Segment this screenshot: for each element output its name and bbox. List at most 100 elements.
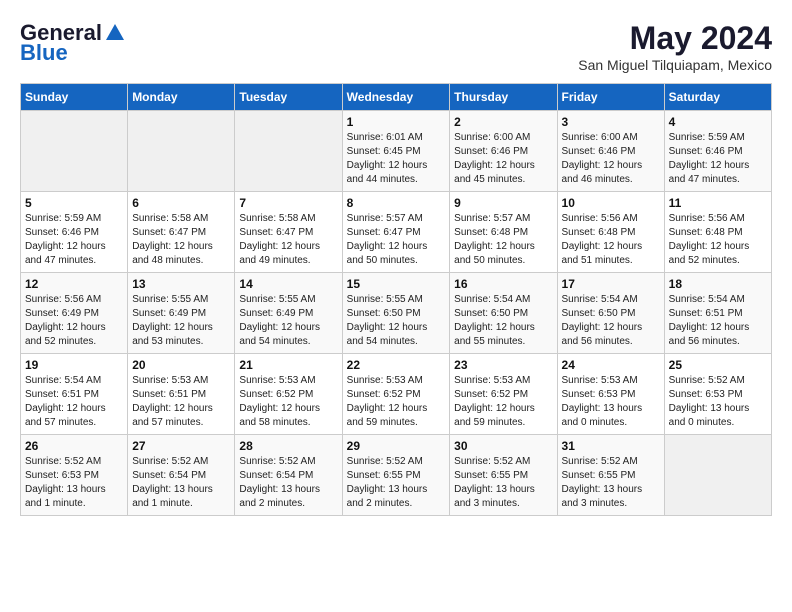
calendar-cell: 5Sunrise: 5:59 AM Sunset: 6:46 PM Daylig… xyxy=(21,192,128,273)
calendar-cell: 24 Sunrise: 5:53 AM Sunset: 6:53 PM Dayli… xyxy=(557,354,664,435)
calendar-cell: 12 Sunrise: 5:56 AM Sunset: 6:49 PM Dayli… xyxy=(21,273,128,354)
col-header-sunday: Sunday xyxy=(21,84,128,111)
day-info: Sunrise: 5:57 AM Sunset: 6:48 PM Dayligh… xyxy=(454,212,552,268)
day-info: Sunrise: 5:59 AM Sunset: 6:46 PM Dayligh… xyxy=(669,131,767,187)
logo-blue-text: Blue xyxy=(20,40,68,66)
day-info: Sunrise: 5:55 AM Sunset: 6:49 PM Dayligh… xyxy=(132,293,230,349)
col-header-monday: Monday xyxy=(128,84,235,111)
calendar-week-row: 5Sunrise: 5:59 AM Sunset: 6:46 PM Daylig… xyxy=(21,192,772,273)
day-info: Sunrise: 5:58 AM Sunset: 6:47 PM Dayligh… xyxy=(239,212,337,268)
day-number: 21 xyxy=(239,358,337,372)
day-info: Sunrise: 5:58 AM Sunset: 6:47 PM Dayligh… xyxy=(132,212,230,268)
calendar-week-row: 1 Sunrise: 6:01 AM Sunset: 6:45 PM Daylig… xyxy=(21,111,772,192)
day-number: 17 xyxy=(562,277,660,291)
day-info: Sunrise: 6:01 AM Sunset: 6:45 PM Dayligh… xyxy=(347,131,446,187)
calendar-cell: 25 Sunrise: 5:52 AM Sunset: 6:53 PM Dayli… xyxy=(664,354,771,435)
calendar-cell: 20 Sunrise: 5:53 AM Sunset: 6:51 PM Dayli… xyxy=(128,354,235,435)
day-info: Sunrise: 5:53 AM Sunset: 6:52 PM Dayligh… xyxy=(347,374,446,430)
day-number: 10 xyxy=(562,196,660,210)
calendar-week-row: 19Sunrise: 5:54 AM Sunset: 6:51 PM Dayli… xyxy=(21,354,772,435)
calendar-cell: 30 Sunrise: 5:52 AM Sunset: 6:55 PM Dayli… xyxy=(450,435,557,516)
col-header-thursday: Thursday xyxy=(450,84,557,111)
calendar-cell: 31 Sunrise: 5:52 AM Sunset: 6:55 PM Dayli… xyxy=(557,435,664,516)
calendar-cell: 6 Sunrise: 5:58 AM Sunset: 6:47 PM Daylig… xyxy=(128,192,235,273)
col-header-tuesday: Tuesday xyxy=(235,84,342,111)
day-number: 3 xyxy=(562,115,660,129)
calendar-table: SundayMondayTuesdayWednesdayThursdayFrid… xyxy=(20,83,772,516)
day-info: Sunrise: 5:53 AM Sunset: 6:52 PM Dayligh… xyxy=(239,374,337,430)
calendar-cell xyxy=(21,111,128,192)
day-info: Sunrise: 5:53 AM Sunset: 6:51 PM Dayligh… xyxy=(132,374,230,430)
day-number: 13 xyxy=(132,277,230,291)
day-number: 16 xyxy=(454,277,552,291)
calendar-cell: 3 Sunrise: 6:00 AM Sunset: 6:46 PM Daylig… xyxy=(557,111,664,192)
calendar-title: May 2024 xyxy=(578,20,772,57)
day-info: Sunrise: 5:52 AM Sunset: 6:54 PM Dayligh… xyxy=(132,455,230,511)
day-info: Sunrise: 5:52 AM Sunset: 6:55 PM Dayligh… xyxy=(454,455,552,511)
day-number: 7 xyxy=(239,196,337,210)
logo: General Blue xyxy=(20,20,126,66)
day-info: Sunrise: 5:54 AM Sunset: 6:50 PM Dayligh… xyxy=(454,293,552,349)
calendar-cell: 1 Sunrise: 6:01 AM Sunset: 6:45 PM Daylig… xyxy=(342,111,450,192)
calendar-cell: 16 Sunrise: 5:54 AM Sunset: 6:50 PM Dayli… xyxy=(450,273,557,354)
day-info: Sunrise: 5:52 AM Sunset: 6:53 PM Dayligh… xyxy=(25,455,123,511)
day-number: 8 xyxy=(347,196,446,210)
day-info: Sunrise: 5:54 AM Sunset: 6:50 PM Dayligh… xyxy=(562,293,660,349)
calendar-cell: 29 Sunrise: 5:52 AM Sunset: 6:55 PM Dayli… xyxy=(342,435,450,516)
day-info: Sunrise: 5:52 AM Sunset: 6:54 PM Dayligh… xyxy=(239,455,337,511)
day-info: Sunrise: 5:57 AM Sunset: 6:47 PM Dayligh… xyxy=(347,212,446,268)
calendar-cell: 4 Sunrise: 5:59 AM Sunset: 6:46 PM Daylig… xyxy=(664,111,771,192)
day-info: Sunrise: 5:53 AM Sunset: 6:52 PM Dayligh… xyxy=(454,374,552,430)
day-number: 18 xyxy=(669,277,767,291)
day-number: 2 xyxy=(454,115,552,129)
day-info: Sunrise: 5:59 AM Sunset: 6:46 PM Dayligh… xyxy=(25,212,123,268)
calendar-cell: 22 Sunrise: 5:53 AM Sunset: 6:52 PM Dayli… xyxy=(342,354,450,435)
day-number: 31 xyxy=(562,439,660,453)
day-number: 29 xyxy=(347,439,446,453)
calendar-cell: 11Sunrise: 5:56 AM Sunset: 6:48 PM Dayli… xyxy=(664,192,771,273)
calendar-cell: 28 Sunrise: 5:52 AM Sunset: 6:54 PM Dayli… xyxy=(235,435,342,516)
calendar-week-row: 12 Sunrise: 5:56 AM Sunset: 6:49 PM Dayli… xyxy=(21,273,772,354)
day-info: Sunrise: 5:53 AM Sunset: 6:53 PM Dayligh… xyxy=(562,374,660,430)
day-number: 25 xyxy=(669,358,767,372)
day-info: Sunrise: 5:52 AM Sunset: 6:53 PM Dayligh… xyxy=(669,374,767,430)
calendar-cell xyxy=(664,435,771,516)
day-number: 22 xyxy=(347,358,446,372)
calendar-subtitle: San Miguel Tilquiapam, Mexico xyxy=(578,57,772,73)
day-number: 4 xyxy=(669,115,767,129)
day-info: Sunrise: 5:56 AM Sunset: 6:49 PM Dayligh… xyxy=(25,293,123,349)
day-info: Sunrise: 6:00 AM Sunset: 6:46 PM Dayligh… xyxy=(562,131,660,187)
col-header-friday: Friday xyxy=(557,84,664,111)
calendar-cell: 27Sunrise: 5:52 AM Sunset: 6:54 PM Dayli… xyxy=(128,435,235,516)
day-info: Sunrise: 5:52 AM Sunset: 6:55 PM Dayligh… xyxy=(562,455,660,511)
day-number: 19 xyxy=(25,358,123,372)
calendar-cell: 23 Sunrise: 5:53 AM Sunset: 6:52 PM Dayli… xyxy=(450,354,557,435)
calendar-header-row: SundayMondayTuesdayWednesdayThursdayFrid… xyxy=(21,84,772,111)
day-number: 30 xyxy=(454,439,552,453)
calendar-cell: 8 Sunrise: 5:57 AM Sunset: 6:47 PM Daylig… xyxy=(342,192,450,273)
day-info: Sunrise: 5:54 AM Sunset: 6:51 PM Dayligh… xyxy=(669,293,767,349)
calendar-cell: 18 Sunrise: 5:54 AM Sunset: 6:51 PM Dayli… xyxy=(664,273,771,354)
day-number: 20 xyxy=(132,358,230,372)
calendar-cell xyxy=(235,111,342,192)
calendar-week-row: 26Sunrise: 5:52 AM Sunset: 6:53 PM Dayli… xyxy=(21,435,772,516)
day-info: Sunrise: 5:55 AM Sunset: 6:49 PM Dayligh… xyxy=(239,293,337,349)
calendar-cell: 19Sunrise: 5:54 AM Sunset: 6:51 PM Dayli… xyxy=(21,354,128,435)
day-number: 23 xyxy=(454,358,552,372)
day-number: 12 xyxy=(25,277,123,291)
calendar-cell: 2Sunrise: 6:00 AM Sunset: 6:46 PM Daylig… xyxy=(450,111,557,192)
day-number: 9 xyxy=(454,196,552,210)
day-number: 1 xyxy=(347,115,446,129)
calendar-cell: 13 Sunrise: 5:55 AM Sunset: 6:49 PM Dayli… xyxy=(128,273,235,354)
page-header: General Blue May 2024 San Miguel Tilquia… xyxy=(20,20,772,73)
title-section: May 2024 San Miguel Tilquiapam, Mexico xyxy=(578,20,772,73)
day-number: 28 xyxy=(239,439,337,453)
calendar-cell: 7 Sunrise: 5:58 AM Sunset: 6:47 PM Daylig… xyxy=(235,192,342,273)
calendar-cell xyxy=(128,111,235,192)
day-info: Sunrise: 5:55 AM Sunset: 6:50 PM Dayligh… xyxy=(347,293,446,349)
day-number: 11 xyxy=(669,196,767,210)
day-number: 6 xyxy=(132,196,230,210)
day-number: 24 xyxy=(562,358,660,372)
day-info: Sunrise: 5:52 AM Sunset: 6:55 PM Dayligh… xyxy=(347,455,446,511)
calendar-cell: 15Sunrise: 5:55 AM Sunset: 6:50 PM Dayli… xyxy=(342,273,450,354)
